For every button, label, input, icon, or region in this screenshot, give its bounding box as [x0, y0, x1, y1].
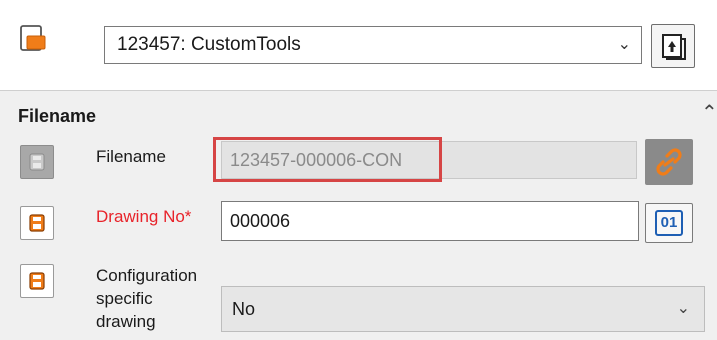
project-select[interactable]: 123457: CustomTools ⌄ — [104, 26, 642, 64]
config-label-line-2: specific — [96, 289, 153, 308]
save-icon — [29, 214, 45, 232]
link-button[interactable] — [645, 139, 693, 185]
project-select-value: 123457: CustomTools — [117, 34, 301, 55]
number-icon: 01 — [655, 210, 683, 236]
config-select-value: No — [232, 299, 256, 319]
save-icon — [29, 153, 45, 171]
config-label-line-3: drawing — [96, 312, 156, 331]
filename-label: Filename — [96, 147, 166, 166]
drawing-no-save-button[interactable] — [20, 206, 54, 240]
drawing-no-label: Drawing No* — [96, 207, 192, 226]
config-select[interactable]: No ⌄ — [221, 286, 705, 332]
upload-document-button[interactable] — [651, 24, 695, 68]
generate-number-button[interactable]: 01 — [645, 203, 693, 243]
chevron-down-icon: ⌄ — [676, 300, 690, 317]
section-title: Filename — [18, 106, 97, 126]
drawing-no-field[interactable]: 000006 — [221, 201, 639, 241]
link-icon — [656, 148, 682, 176]
orange-folder-icon — [18, 24, 48, 54]
chevron-up-icon[interactable]: ⌃ — [701, 100, 717, 125]
save-icon — [29, 272, 45, 290]
chevron-down-icon: ⌄ — [617, 36, 631, 53]
config-label-line-1: Configuration — [96, 266, 198, 285]
upload-document-icon — [662, 34, 686, 60]
filename-save-button[interactable] — [20, 145, 54, 179]
filename-highlight-box — [213, 137, 442, 182]
config-save-button[interactable] — [20, 264, 54, 298]
